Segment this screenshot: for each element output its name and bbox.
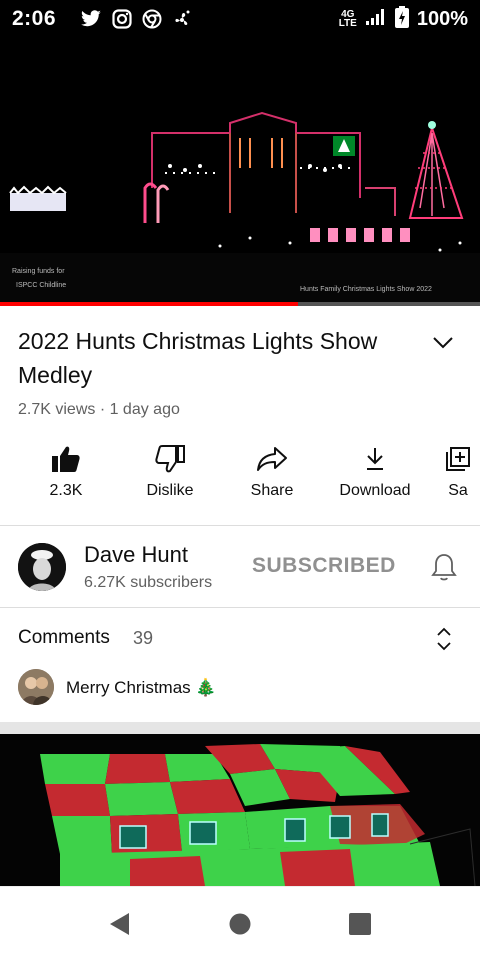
share-button[interactable]: Share bbox=[222, 440, 322, 510]
video-meta: 2.7K views · 1 day ago bbox=[18, 401, 180, 418]
save-playlist-icon bbox=[446, 447, 470, 471]
caption-show-name: Hunts Family Christmas Lights Show 2022 bbox=[300, 286, 432, 293]
video-frame bbox=[0, 38, 480, 306]
save-label: Sa bbox=[448, 482, 468, 499]
comments-header[interactable]: Comments bbox=[18, 627, 110, 649]
download-icon bbox=[367, 448, 383, 470]
thumbs-up-filled-icon bbox=[52, 446, 80, 472]
battery-percent: 100% bbox=[416, 7, 468, 30]
download-label: Download bbox=[339, 482, 411, 499]
back-button[interactable] bbox=[104, 909, 134, 939]
caption-fundraising-line1: Raising funds for bbox=[12, 268, 65, 275]
chrome-icon bbox=[142, 9, 162, 29]
commenter-avatar[interactable] bbox=[18, 669, 54, 705]
video-player[interactable]: Raising funds for ISPCC Childline Hunts … bbox=[0, 38, 480, 306]
subscribed-button[interactable]: SUBSCRIBED bbox=[252, 554, 396, 578]
subscriber-count: 6.27K subscribers bbox=[84, 574, 213, 591]
progress-fill bbox=[0, 302, 298, 306]
recents-button[interactable] bbox=[345, 909, 375, 939]
network-subtype: LTE bbox=[338, 18, 357, 29]
commenter-avatar-image bbox=[18, 669, 54, 705]
fan-icon bbox=[172, 9, 192, 29]
next-video-thumbnail[interactable] bbox=[0, 734, 480, 886]
channel-avatar[interactable] bbox=[18, 543, 66, 591]
status-bar: 2:06 4G LTE 100% bbox=[0, 0, 480, 38]
download-button[interactable]: Download bbox=[325, 440, 425, 510]
signal-icon bbox=[365, 8, 387, 31]
chevron-down-icon bbox=[433, 337, 453, 349]
channel-avatar-image bbox=[18, 543, 66, 591]
divider bbox=[0, 525, 480, 526]
channel-name[interactable]: Dave Hunt bbox=[84, 542, 188, 568]
video-title: 2022 Hunts Christmas Lights Show Medley bbox=[18, 328, 378, 388]
expand-description-button[interactable] bbox=[428, 330, 458, 356]
share-icon bbox=[257, 447, 287, 471]
network-indicator: 4G LTE bbox=[338, 10, 357, 29]
back-triangle-icon bbox=[110, 913, 129, 935]
like-count: 2.3K bbox=[49, 482, 83, 499]
recents-square-icon bbox=[349, 913, 371, 935]
unfold-icon bbox=[437, 627, 451, 651]
battery-icon bbox=[394, 5, 409, 33]
system-navigation-bar bbox=[0, 886, 480, 960]
thumbs-down-icon bbox=[155, 445, 185, 473]
status-time: 2:06 bbox=[12, 7, 57, 30]
home-button[interactable] bbox=[225, 909, 255, 939]
home-circle-icon bbox=[229, 913, 251, 935]
save-button[interactable]: Sa bbox=[418, 440, 480, 510]
share-label: Share bbox=[250, 482, 294, 499]
progress-bar[interactable] bbox=[0, 302, 480, 306]
video-title-container[interactable]: 2022 Hunts Christmas Lights Show Medley bbox=[18, 324, 408, 392]
comments-expand-button[interactable] bbox=[432, 626, 456, 652]
divider bbox=[0, 607, 480, 608]
dislike-button[interactable]: Dislike bbox=[120, 440, 220, 510]
section-separator bbox=[0, 722, 480, 734]
instagram-icon bbox=[112, 9, 132, 29]
thumbnail-image bbox=[0, 734, 480, 886]
comments-count: 39 bbox=[133, 628, 154, 648]
action-bar: 2.3K Dislike Share Download Sa bbox=[0, 440, 480, 510]
top-comment-text: Merry Christmas 🎄 bbox=[66, 678, 217, 697]
notification-bell-button[interactable] bbox=[428, 550, 460, 584]
bell-icon bbox=[431, 554, 457, 581]
caption-fundraising-line2: ISPCC Childline bbox=[16, 282, 67, 289]
dislike-label: Dislike bbox=[146, 482, 194, 499]
like-button[interactable]: 2.3K bbox=[16, 440, 116, 510]
twitter-icon bbox=[80, 10, 102, 28]
